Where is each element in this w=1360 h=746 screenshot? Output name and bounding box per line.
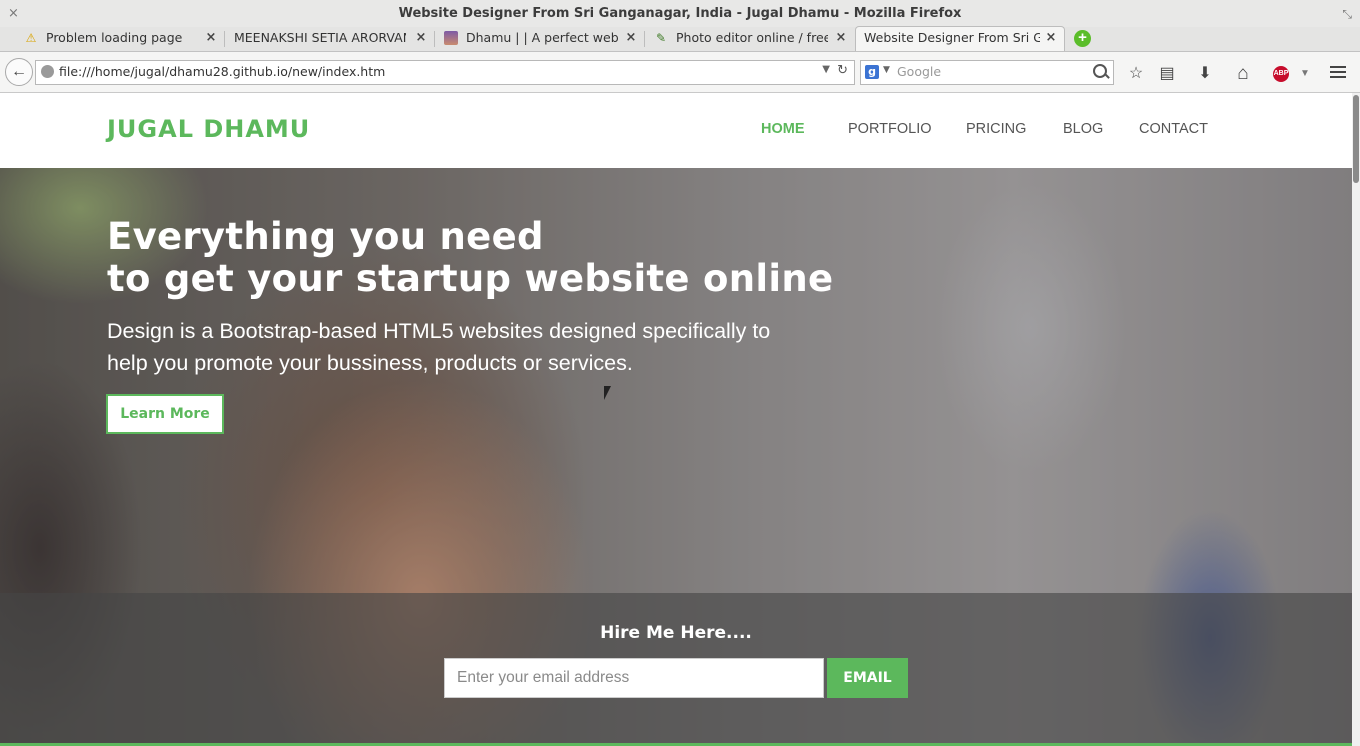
tab-label: Dhamu | | A perfect web d...	[466, 30, 618, 45]
tab-photo-editor[interactable]: ✎ Photo editor online / free i... ×	[654, 27, 848, 51]
adblock-icon[interactable]: ABP	[1273, 66, 1289, 82]
globe-icon	[41, 65, 54, 78]
tab-separator	[224, 31, 225, 47]
hero-section: Everything you need to get your startup …	[0, 168, 1352, 746]
page-viewport: JUGAL DHAMU HOME PORTFOLIO PRICING BLOG …	[0, 93, 1360, 746]
email-input[interactable]	[444, 658, 824, 698]
tab-website-designer[interactable]: Website Designer From Sri Gan... ×	[855, 26, 1065, 52]
nav-contact[interactable]: CONTACT	[1139, 121, 1208, 137]
window-close-icon[interactable]: ×	[8, 0, 19, 28]
hamburger-menu-icon[interactable]	[1330, 66, 1346, 80]
nav-home[interactable]: HOME	[761, 121, 805, 137]
learn-more-button[interactable]: Learn More	[106, 394, 224, 434]
warning-icon: ⚠	[25, 31, 37, 45]
tab-separator	[434, 31, 435, 47]
tab-label: Website Designer From Sri Gan...	[864, 30, 1040, 45]
window-restore-icon[interactable]: ⤡	[1342, 0, 1352, 28]
pencil-icon: ✎	[655, 31, 667, 45]
download-icon[interactable]: ⬇	[1195, 65, 1215, 83]
hero-title: Everything you need to get your startup …	[107, 216, 833, 300]
hire-title: Hire Me Here....	[600, 623, 752, 643]
tab-meenakshi[interactable]: MEENAKSHI SETIA ARORVANS... ×	[234, 27, 428, 51]
scrollbar-thumb[interactable]	[1353, 95, 1359, 183]
tab-close-icon[interactable]: ×	[1044, 27, 1058, 49]
email-submit-button[interactable]: EMAIL	[827, 658, 908, 698]
hire-section: Hire Me Here.... EMAIL	[0, 593, 1352, 746]
site-header: JUGAL DHAMU HOME PORTFOLIO PRICING BLOG …	[0, 93, 1352, 168]
hero-title-line1: Everything you need	[107, 215, 544, 258]
search-bar[interactable]: g ▼ Google	[860, 60, 1114, 85]
tab-label: Photo editor online / free i...	[676, 30, 828, 45]
adblock-dropdown-icon[interactable]: ▼	[1295, 65, 1315, 83]
tab-label: MEENAKSHI SETIA ARORVANS...	[234, 30, 406, 45]
page-scrollbar[interactable]	[1352, 93, 1360, 746]
search-icon[interactable]	[1093, 64, 1107, 78]
window-titlebar: × Website Designer From Sri Ganganagar, …	[0, 0, 1360, 27]
tab-label: Problem loading page	[46, 30, 183, 45]
url-bar[interactable]: file:///home/jugal/dhamu28.github.io/new…	[35, 60, 855, 85]
tab-strip: ⚠ Problem loading page × MEENAKSHI SETIA…	[0, 26, 1360, 52]
nav-toolbar: ← file:///home/jugal/dhamu28.github.io/n…	[0, 51, 1360, 93]
hero-subtitle: Design is a Bootstrap-based HTML5 websit…	[107, 319, 771, 375]
search-placeholder: Google	[897, 64, 942, 79]
reader-list-icon[interactable]: ▤	[1157, 65, 1177, 83]
mouse-cursor-icon	[604, 386, 611, 400]
tab-separator	[644, 31, 645, 47]
back-button[interactable]: ←	[5, 58, 33, 86]
nav-pricing[interactable]: PRICING	[966, 121, 1026, 137]
tab-close-icon[interactable]: ×	[834, 27, 848, 49]
site-logo[interactable]: JUGAL DHAMU	[107, 115, 310, 143]
new-tab-icon[interactable]: +	[1074, 30, 1091, 47]
tab-problem-loading[interactable]: ⚠ Problem loading page ×	[22, 27, 218, 51]
tab-dhamu[interactable]: Dhamu | | A perfect web d... ×	[444, 27, 638, 51]
tab-close-icon[interactable]: ×	[204, 27, 218, 49]
favicon-avatar-icon	[444, 31, 458, 45]
home-icon[interactable]: ⌂	[1233, 64, 1253, 83]
search-engine-dropdown-icon[interactable]: ▼	[883, 65, 890, 75]
url-text: file:///home/jugal/dhamu28.github.io/new…	[59, 64, 386, 79]
url-history-dropdown-icon[interactable]: ▼	[822, 64, 830, 75]
window-title: Website Designer From Sri Ganganagar, In…	[398, 6, 962, 21]
nav-blog[interactable]: BLOG	[1063, 121, 1103, 137]
tab-close-icon[interactable]: ×	[414, 27, 428, 49]
tab-close-icon[interactable]: ×	[624, 27, 638, 49]
nav-portfolio[interactable]: PORTFOLIO	[848, 121, 932, 137]
hero-title-line2: to get your startup website online	[107, 257, 834, 300]
bookmark-star-icon[interactable]: ☆	[1126, 65, 1146, 83]
google-engine-icon[interactable]: g	[865, 65, 879, 79]
reload-icon[interactable]: ↻	[837, 63, 848, 78]
